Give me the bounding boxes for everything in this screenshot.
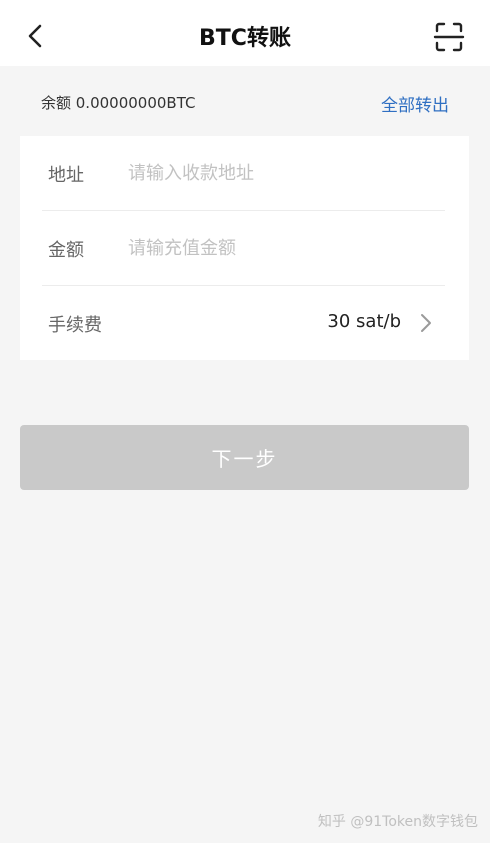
address-row: 地址 (20, 136, 469, 210)
amount-input[interactable] (128, 229, 438, 267)
fee-value: 30 sat/b (327, 311, 401, 332)
scan-icon (433, 22, 465, 52)
amount-label: 金额 (48, 240, 84, 261)
chevron-right-icon (421, 314, 431, 332)
amount-row: 金额 (20, 211, 469, 285)
scan-button[interactable] (431, 19, 467, 55)
watermark: 知乎 @91Token数字钱包 (317, 814, 478, 830)
fee-label: 手续费 (48, 315, 102, 336)
address-input[interactable] (128, 154, 438, 192)
header-bar: BTC转账 (0, 0, 490, 66)
address-label: 地址 (48, 165, 84, 186)
transfer-form-card: 地址 金额 手续费 30 sat/b (20, 136, 469, 360)
page-title: BTC转账 (199, 26, 291, 51)
fee-row[interactable]: 手续费 30 sat/b (20, 286, 469, 360)
transfer-all-link[interactable]: 全部转出 (381, 91, 449, 116)
next-step-button[interactable]: 下一步 (20, 425, 469, 490)
balance-row: 余额 0.00000000BTC 全部转出 (0, 66, 490, 136)
balance-text: 余额 0.00000000BTC (41, 94, 196, 112)
